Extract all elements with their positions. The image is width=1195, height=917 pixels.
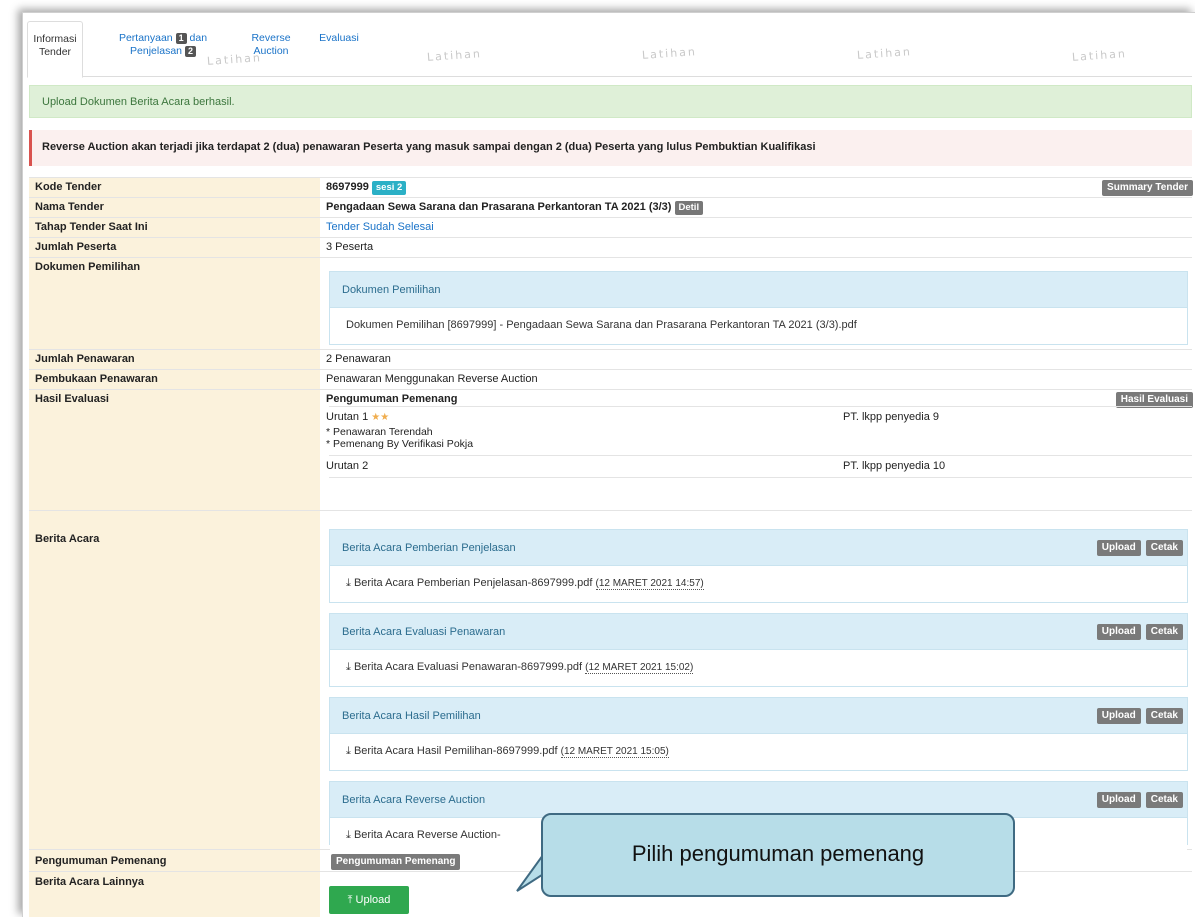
detil-button[interactable]: Detil xyxy=(674,201,704,215)
kode-tender-value: 8697999 sesi 2 xyxy=(326,181,407,195)
tab-informasi-tender[interactable]: Informasi Tender xyxy=(27,21,83,78)
cetak-button[interactable]: Cetak xyxy=(1145,708,1183,724)
jumlah-peserta-value: 3 Peserta xyxy=(326,241,374,253)
download-icon: ⤓ xyxy=(346,745,351,757)
panel-heading: Berita Acara Pemberian Penjelasan Upload… xyxy=(330,530,1187,566)
note-pemenang-verifikasi: * Pemenang By Verifikasi Pokja xyxy=(326,438,474,450)
pengumuman-pemenang-title: Pengumuman Pemenang xyxy=(326,393,458,405)
upload-button[interactable]: Upload xyxy=(1096,708,1141,724)
file-date: (12 MARET 2021 15:02) xyxy=(585,662,694,674)
peserta-2: PT. lkpp penyedia 10 xyxy=(843,460,946,472)
kode-tender-label: Kode Tender xyxy=(35,181,102,193)
tab-label: Evaluasi xyxy=(319,32,359,44)
berita-acara-lainnya-label: Berita Acara Lainnya xyxy=(35,876,145,888)
cetak-button[interactable]: Cetak xyxy=(1145,540,1183,556)
file-link[interactable]: ⤓ Berita Acara Hasil Pemilihan-8697999.p… xyxy=(330,734,1187,769)
watermark: Latihan xyxy=(426,47,483,64)
hasil-evaluasi-label: Hasil Evaluasi xyxy=(35,393,109,405)
dokumen-pemilihan-label: Dokumen Pemilihan xyxy=(35,261,141,273)
tab-label: Penjelasan xyxy=(130,45,183,57)
app-frame: Informasi Tender Pertanyaan 1 dan Penjel… xyxy=(22,12,1195,917)
upload-label: Upload xyxy=(355,894,391,906)
nama-tender-text: Pengadaan Sewa Sarana dan Prasarana Perk… xyxy=(326,201,672,213)
panel-title: Berita Acara Pemberian Penjelasan xyxy=(342,542,516,554)
file-link[interactable]: ⤓ Berita Acara Pemberian Penjelasan-8697… xyxy=(330,566,1187,601)
dokumen-pemilihan-panel: Dokumen Pemilihan Dokumen Pemilihan [869… xyxy=(329,271,1188,345)
tab-label: Tender xyxy=(38,46,72,58)
tab-pertanyaan-penjelasan[interactable]: Pertanyaan 1 dan Penjelasan 2 xyxy=(101,21,225,78)
warning-alert: Reverse Auction akan terjadi jika terdap… xyxy=(29,130,1192,166)
tab-label: Informasi xyxy=(33,33,77,45)
tahap-tender-label: Tahap Tender Saat Ini xyxy=(35,221,148,233)
upload-button[interactable]: Upload xyxy=(1096,624,1141,640)
tab-label: Pertanyaan xyxy=(118,32,173,44)
download-icon: ⤓ xyxy=(346,829,351,841)
tab-label: dan xyxy=(189,32,208,44)
jumlah-penawaran-label: Jumlah Penawaran xyxy=(35,353,135,365)
pengumuman-pemenang-label: Pengumuman Pemenang xyxy=(35,855,167,867)
nama-tender-label: Nama Tender xyxy=(35,201,104,213)
pembukaan-penawaran-value: Penawaran Menggunakan Reverse Auction xyxy=(326,373,538,385)
cetak-button[interactable]: Cetak xyxy=(1145,792,1183,808)
pembukaan-penawaran-label: Pembukaan Penawaran xyxy=(35,373,158,385)
urutan-1: Urutan 1 ★★ xyxy=(326,411,389,423)
success-alert: Upload Dokumen Berita Acara berhasil. xyxy=(29,85,1192,118)
file-name: Berita Acara Pemberian Penjelasan-869799… xyxy=(353,577,593,589)
download-icon: ⤓ xyxy=(346,661,351,673)
file-date: (12 MARET 2021 14:57) xyxy=(595,578,704,590)
pengumuman-pemenang-button[interactable]: Pengumuman Pemenang xyxy=(331,854,461,870)
berita-acara-label: Berita Acara xyxy=(35,533,100,545)
count-badge: 2 xyxy=(184,46,196,57)
dokumen-pemilihan-file[interactable]: Dokumen Pemilihan [8697999] - Pengadaan … xyxy=(330,308,1187,342)
panel-heading: Dokumen Pemilihan xyxy=(330,272,1187,308)
upload-button[interactable]: Upload xyxy=(1096,540,1141,556)
tab-reverse-auction[interactable]: Reverse Auction xyxy=(241,21,301,78)
sesi-badge: sesi 2 xyxy=(371,181,407,195)
file-date: (12 MARET 2021 15:05) xyxy=(560,746,669,758)
panel-title: Berita Acara Hasil Pemilihan xyxy=(342,710,481,722)
jumlah-penawaran-value: 2 Penawaran xyxy=(326,353,391,365)
label-column xyxy=(29,177,320,917)
kode-tender-number: 8697999 xyxy=(326,181,369,193)
berita-acara-panel: Berita Acara Hasil Pemilihan Upload Ceta… xyxy=(329,697,1188,771)
watermark: Latihan xyxy=(1071,47,1128,64)
watermark: Latihan xyxy=(856,45,913,62)
panel-heading: Berita Acara Evaluasi Penawaran Upload C… xyxy=(330,614,1187,650)
tab-evaluasi[interactable]: Evaluasi xyxy=(311,21,367,78)
peserta-1: PT. lkpp penyedia 9 xyxy=(843,411,940,423)
note-penawaran-terendah: * Penawaran Terendah xyxy=(326,426,433,438)
tab-bar: Informasi Tender Pertanyaan 1 dan Penjel… xyxy=(27,21,1192,78)
file-link[interactable]: ⤓ Berita Acara Evaluasi Penawaran-869799… xyxy=(330,650,1187,685)
nama-tender-value: Pengadaan Sewa Sarana dan Prasarana Perk… xyxy=(326,201,704,215)
panel-title: Berita Acara Reverse Auction xyxy=(342,794,486,806)
star-icon: ★★ xyxy=(371,412,390,423)
file-name: Berita Acara Evaluasi Penawaran-8697999.… xyxy=(353,661,583,673)
download-icon: ⤓ xyxy=(346,577,351,589)
upload-button[interactable]: Upload xyxy=(1096,792,1141,808)
jumlah-peserta-label: Jumlah Peserta xyxy=(35,241,117,253)
file-name: Berita Acara Reverse Auction- xyxy=(353,829,501,841)
panel-title: Berita Acara Evaluasi Penawaran xyxy=(342,626,506,638)
callout-text: Pilih pengumuman pemenang xyxy=(631,841,925,866)
watermark: Latihan xyxy=(641,45,698,62)
tab-label: Reverse xyxy=(251,32,291,44)
upload-icon: ⤒ xyxy=(347,894,353,906)
upload-lainnya-button[interactable]: ⤒ Upload xyxy=(329,886,409,914)
cetak-button[interactable]: Cetak xyxy=(1145,624,1183,640)
count-badge: 1 xyxy=(175,33,187,44)
panel-heading: Berita Acara Hasil Pemilihan Upload Ceta… xyxy=(330,698,1187,734)
berita-acara-panel: Berita Acara Pemberian Penjelasan Upload… xyxy=(329,529,1188,603)
urutan-1-label: Urutan 1 xyxy=(326,411,369,423)
tahap-tender-link[interactable]: Tender Sudah Selesai xyxy=(326,221,434,233)
summary-tender-button[interactable]: Summary Tender xyxy=(1102,180,1193,196)
urutan-2: Urutan 2 xyxy=(326,460,369,472)
file-name: Berita Acara Hasil Pemilihan-8697999.pdf xyxy=(353,745,558,757)
berita-acara-panel: Berita Acara Evaluasi Penawaran Upload C… xyxy=(329,613,1188,687)
callout-box: Pilih pengumuman pemenang xyxy=(541,813,1015,897)
